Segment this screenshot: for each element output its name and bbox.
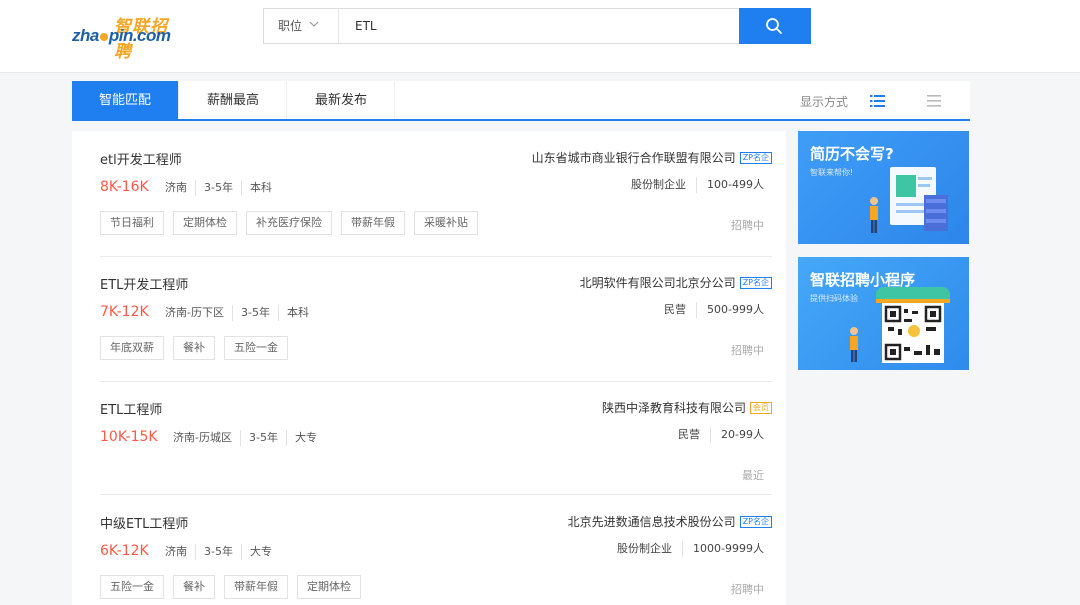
welfare-tag: 节日福利 bbox=[100, 211, 164, 235]
sort-tabs: 智能匹配 薪酬最高 最新发布 显示方式 bbox=[72, 81, 970, 121]
search-type-dropdown[interactable]: 职位 bbox=[264, 9, 339, 43]
job-title[interactable]: ETL工程师 bbox=[100, 399, 162, 418]
job-experience: 3-5年 bbox=[239, 430, 286, 446]
company-size: 100-499人 bbox=[696, 177, 764, 193]
search-button[interactable] bbox=[739, 8, 811, 44]
job-meta: 济南 3-5年 本科 bbox=[165, 180, 280, 196]
company-info: 民营 500-999人 bbox=[654, 302, 764, 318]
company-name-link[interactable]: 陕西中泽教育科技有限公司 会员 bbox=[602, 399, 772, 416]
company-name: 山东省城市商业银行合作联盟有限公司 bbox=[531, 151, 736, 165]
company-size: 1000-9999人 bbox=[682, 541, 764, 557]
welfare-tag: 餐补 bbox=[173, 336, 215, 360]
job-location: 济南 bbox=[165, 181, 187, 194]
tab-smart-match[interactable]: 智能匹配 bbox=[72, 81, 179, 119]
job-location: 济南-历下区 bbox=[165, 306, 224, 319]
job-status: 招聘中 bbox=[731, 583, 764, 596]
company-size: 500-999人 bbox=[696, 302, 764, 318]
zp-famous-badge: ZP名企 bbox=[739, 151, 772, 164]
display-mode-label: 显示方式 bbox=[800, 95, 849, 109]
search-bar: 职位 bbox=[263, 8, 811, 44]
logo-english-text: zha pin.com bbox=[72, 26, 171, 45]
welfare-tag: 年底双薪 bbox=[100, 336, 164, 360]
job-salary: 10K-15K bbox=[100, 429, 158, 445]
company-name: 北京先进数通信息技术股份公司 bbox=[567, 515, 736, 529]
welfare-tag: 带薪年假 bbox=[341, 211, 405, 235]
company-info: 股份制企业 1000-9999人 bbox=[607, 541, 764, 557]
job-status: 招聘中 bbox=[731, 344, 764, 357]
job-card[interactable]: ETL工程师 10K-15K 济南-历城区 3-5年 大专 陕西中泽教育科技有限… bbox=[100, 381, 772, 495]
job-status: 最近 bbox=[742, 469, 764, 482]
zp-famous-badge: ZP名企 bbox=[739, 515, 772, 528]
company-size: 20-99人 bbox=[710, 427, 764, 443]
search-input[interactable] bbox=[340, 9, 738, 43]
job-experience: 3-5年 bbox=[195, 180, 241, 196]
job-card[interactable]: ETL开发工程师 7K-12K 济南-历下区 3-5年 本科 年底双薪 餐补 五… bbox=[100, 256, 772, 382]
job-title[interactable]: 中级ETL工程师 bbox=[100, 513, 188, 532]
welfare-tags: 五险一金 餐补 带薪年假 定期体检 bbox=[100, 575, 361, 599]
zhaopin-logo[interactable]: 智联招聘 zha pin.com bbox=[72, 10, 184, 61]
job-meta: 济南-历下区 3-5年 本科 bbox=[165, 305, 317, 321]
simple-list-view-icon[interactable] bbox=[926, 94, 942, 108]
chevron-down-icon bbox=[309, 21, 319, 27]
job-salary: 7K-12K bbox=[100, 304, 149, 320]
member-badge: 会员 bbox=[750, 401, 772, 414]
detail-list-view-icon[interactable] bbox=[870, 94, 886, 108]
job-education: 大专 bbox=[240, 544, 280, 560]
company-name: 陕西中泽教育科技有限公司 bbox=[601, 401, 746, 415]
company-info: 民营 20-99人 bbox=[668, 427, 764, 443]
zp-famous-badge: ZP名企 bbox=[739, 276, 772, 289]
job-card[interactable]: 中级ETL工程师 6K-12K 济南 3-5年 大专 五险一金 餐补 带薪年假 … bbox=[100, 495, 772, 605]
job-experience: 3-5年 bbox=[231, 305, 278, 321]
welfare-tags: 年底双薪 餐补 五险一金 bbox=[100, 336, 288, 360]
job-education: 本科 bbox=[240, 180, 280, 196]
job-salary: 8K-16K bbox=[100, 179, 149, 195]
job-meta: 济南-历城区 3-5年 大专 bbox=[173, 430, 325, 446]
company-type: 股份制企业 bbox=[631, 178, 687, 191]
job-salary: 6K-12K bbox=[100, 543, 149, 559]
company-type: 民营 bbox=[664, 303, 687, 316]
job-location: 济南 bbox=[165, 545, 187, 558]
job-title[interactable]: etl开发工程师 bbox=[100, 149, 182, 168]
company-name-link[interactable]: 山东省城市商业银行合作联盟有限公司 ZP名企 bbox=[532, 149, 772, 166]
job-card[interactable]: etl开发工程师 8K-16K 济南 3-5年 本科 节日福利 定期体检 补充医… bbox=[100, 131, 772, 257]
company-name-link[interactable]: 北明软件有限公司北京分公司 ZP名企 bbox=[580, 274, 772, 291]
resume-help-banner[interactable]: 简历不会写? 智联来帮你! bbox=[798, 131, 969, 244]
search-icon bbox=[766, 18, 782, 34]
job-title[interactable]: ETL开发工程师 bbox=[100, 274, 188, 293]
resume-illustration-icon bbox=[870, 167, 948, 233]
qr-code-icon bbox=[850, 287, 950, 363]
company-info: 股份制企业 100-499人 bbox=[621, 177, 764, 193]
welfare-tag: 餐补 bbox=[173, 575, 215, 599]
company-name-link[interactable]: 北京先进数通信息技术股份公司 ZP名企 bbox=[568, 513, 772, 530]
top-header: 智联招聘 zha pin.com 职位 bbox=[0, 0, 1080, 73]
mini-program-banner[interactable]: 智联招聘小程序 提供扫码体验 bbox=[798, 257, 969, 370]
tab-latest[interactable]: 最新发布 bbox=[288, 81, 395, 119]
search-type-label: 职位 bbox=[278, 19, 303, 33]
welfare-tag: 定期体检 bbox=[297, 575, 361, 599]
job-status: 招聘中 bbox=[731, 219, 764, 232]
company-type: 股份制企业 bbox=[617, 542, 673, 555]
job-meta: 济南 3-5年 大专 bbox=[165, 544, 280, 560]
welfare-tags: 节日福利 定期体检 补充医疗保险 带薪年假 采暖补贴 bbox=[100, 211, 478, 235]
banner-subtitle: 智联来帮你! bbox=[810, 168, 854, 177]
welfare-tag: 五险一金 bbox=[100, 575, 164, 599]
job-education: 本科 bbox=[277, 305, 317, 321]
welfare-tag: 补充医疗保险 bbox=[246, 211, 332, 235]
tab-highest-salary[interactable]: 薪酬最高 bbox=[180, 81, 287, 119]
job-list: etl开发工程师 8K-16K 济南 3-5年 本科 节日福利 定期体检 补充医… bbox=[72, 131, 786, 605]
company-name: 北明软件有限公司北京分公司 bbox=[579, 276, 736, 290]
job-education: 大专 bbox=[285, 430, 325, 446]
job-experience: 3-5年 bbox=[195, 544, 241, 560]
welfare-tag: 定期体检 bbox=[173, 211, 237, 235]
welfare-tag: 采暖补贴 bbox=[414, 211, 478, 235]
welfare-tag: 五险一金 bbox=[224, 336, 288, 360]
job-location: 济南-历城区 bbox=[173, 431, 232, 444]
company-type: 民营 bbox=[678, 428, 701, 441]
welfare-tag: 带薪年假 bbox=[224, 575, 288, 599]
